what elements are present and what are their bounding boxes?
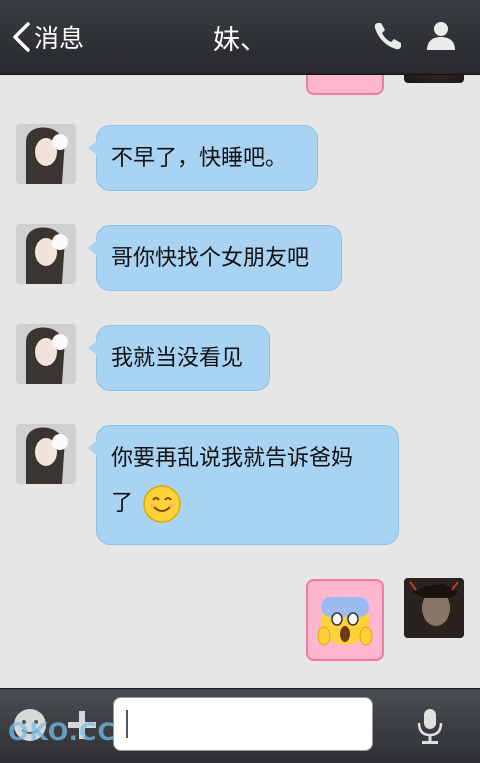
scream-emoji-icon [317,597,373,646]
avatar-contact[interactable] [16,224,76,284]
message-text: 你要再乱说我就告诉爸妈 [111,446,354,471]
avatar-me[interactable] [404,75,464,83]
avatar-image [404,578,464,638]
avatar-image [16,224,76,284]
phone-icon[interactable] [370,18,406,54]
scream-sticker[interactable] [306,579,384,661]
avatar-contact[interactable] [16,124,76,184]
text-caret [126,710,128,738]
mic-icon[interactable] [410,703,450,747]
avatar-me[interactable] [404,578,464,638]
message-text: 不早了，快睡吧。 [111,146,288,171]
message-text: 哥你快找个女朋友吧 [111,246,310,271]
avatar-contact[interactable] [16,324,76,384]
message-input[interactable] [113,697,373,751]
avatar-image [16,124,76,184]
contact-icon[interactable] [423,18,459,54]
smile-emoji-icon [143,485,181,523]
avatar-image [16,324,76,384]
message-bubble[interactable]: 哥你快找个女朋友吧 [88,225,342,291]
avatar-contact[interactable] [16,424,76,484]
message-text: 我就当没看见 [111,346,244,371]
avatar-image [16,424,76,484]
sticker-partial [306,75,384,95]
watermark: OKO.CC [8,718,117,746]
message-list[interactable]: 不早了，快睡吧。 哥你快找个女朋友吧 我就当没看见 你要再乱说我就告诉爸妈 了 [0,75,480,688]
chat-header: 消息 妹、 [0,0,480,75]
message-bubble[interactable]: 我就当没看见 [88,325,270,391]
chat-title: 妹、 [213,25,267,56]
message-bubble[interactable]: 不早了，快睡吧。 [88,125,318,191]
message-text: 了 [111,491,134,516]
message-bubble[interactable]: 你要再乱说我就告诉爸妈 了 [88,425,399,545]
